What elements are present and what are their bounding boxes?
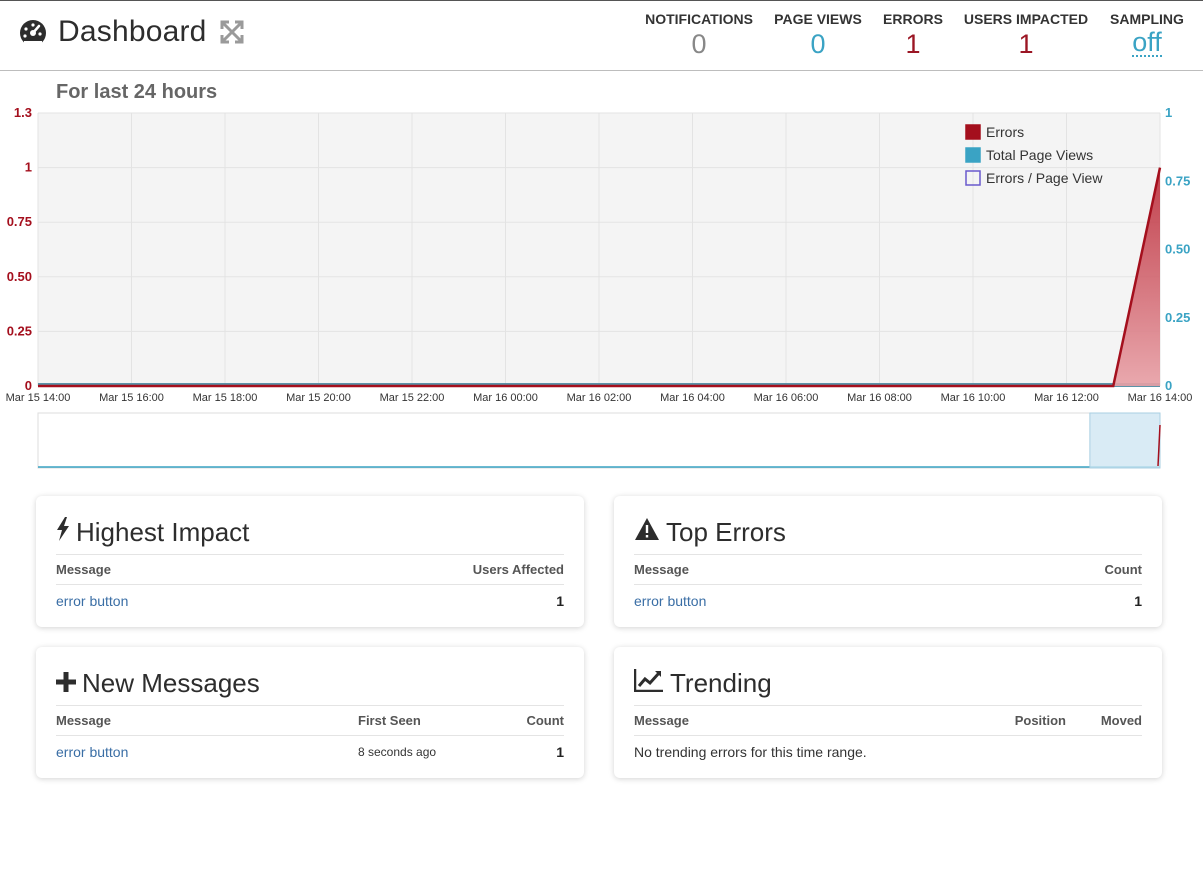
errors-chart: Mar 15 14:00 Mar 15 16:00 Mar 15 18:00 Mar … (0, 100, 1203, 480)
legend-label: Total Page Views (986, 147, 1093, 163)
empty-state-text: No trending errors for this time range. (634, 743, 867, 760)
y-right-tick-label: 0.75 (1165, 173, 1190, 188)
x-tick-label: Mar 15 16:00 (99, 392, 164, 404)
card-trending: Trending Message Position Moved No trend… (614, 647, 1162, 778)
legend-label: Errors (986, 124, 1024, 140)
x-tick-label: Mar 15 14:00 (6, 392, 71, 404)
column-header-first-seen: First Seen (358, 713, 421, 728)
column-header-message: Message (634, 562, 689, 577)
card-highest-impact: Highest Impact Message Users Affected er… (36, 496, 584, 627)
card-top-errors: Top Errors Message Count error button 1 (614, 496, 1162, 627)
y-left-tick-label: 1 (25, 160, 32, 175)
legend-label: Errors / Page View (986, 170, 1103, 186)
column-header-message: Message (56, 562, 111, 577)
highest-impact-table: Message Users Affected error button 1 (56, 554, 564, 616)
x-tick-label: Mar 15 22:00 (380, 392, 445, 404)
y-left-tick-label: 0 (25, 378, 32, 393)
y-left-tick-label: 0.25 (7, 323, 32, 338)
card-trending-heading: Trending (633, 665, 1142, 701)
x-tick-label: Mar 15 18:00 (193, 392, 258, 404)
card-title: Highest Impact (76, 516, 250, 547)
navigator-background (37, 412, 1161, 469)
bolt-icon (56, 516, 70, 548)
dashboard-gauge-icon (18, 17, 48, 47)
table-header: Message Count (634, 554, 1142, 584)
column-header-count: Count (526, 713, 564, 728)
navigator-selection (1089, 412, 1161, 469)
stat-page-views[interactable]: PAGE VIEWS 0 (770, 11, 866, 59)
error-message-link[interactable]: error button (634, 593, 706, 609)
legend-swatch (965, 147, 981, 163)
top-errors-table: Message Count error button 1 (634, 554, 1142, 616)
x-tick-label: Mar 16 08:00 (847, 392, 912, 404)
table-row: error button 8 seconds ago 1 (56, 735, 564, 767)
y-right-tick-label: 0.50 (1165, 242, 1190, 257)
sampling-toggle-link[interactable]: off (1132, 29, 1162, 57)
stat-users-impacted-label: USERS IMPACTED (963, 11, 1089, 27)
new-messages-table: Message First Seen Count error button 8 … (56, 705, 564, 767)
y-left-tick-label: 1.3 (14, 105, 32, 120)
users-affected-value: 1 (556, 592, 564, 609)
first-seen-value: 8 seconds ago (358, 744, 437, 759)
trending-chart-icon (633, 668, 664, 699)
x-tick-label: Mar 16 14:00 (1128, 392, 1193, 404)
table-row: error button 1 (56, 584, 564, 616)
warning-triangle-icon (634, 517, 660, 548)
plus-icon (56, 668, 76, 699)
table-header: Message Users Affected (56, 554, 564, 584)
stat-notifications-label: NOTIFICATIONS (645, 11, 753, 27)
column-header-position: Position (1014, 713, 1066, 728)
x-tick-label: Mar 15 20:00 (286, 392, 351, 404)
table-header: Message First Seen Count (56, 705, 564, 735)
table-row: No trending errors for this time range. (634, 735, 1142, 767)
stat-sampling-label: SAMPLING (1110, 11, 1184, 27)
stat-page-views-label: PAGE VIEWS (774, 11, 862, 27)
chart-svg: Mar 15 14:00 Mar 15 16:00 Mar 15 18:00 Mar … (6, 105, 1193, 469)
y-left-tick-label: 0.75 (7, 214, 32, 229)
x-tick-label: Mar 16 10:00 (941, 392, 1006, 404)
y-left-tick-label: 0.50 (7, 269, 32, 284)
column-header-message: Message (56, 713, 111, 728)
stat-errors-label: ERRORS (883, 11, 943, 27)
table-header: Message Position Moved (634, 705, 1142, 735)
x-tick-label: Mar 16 00:00 (473, 392, 538, 404)
card-top-errors-heading: Top Errors (634, 514, 1142, 550)
legend-swatch (965, 124, 981, 140)
x-tick-label: Mar 16 04:00 (660, 392, 725, 404)
y-right-tick-label: 0.25 (1165, 310, 1190, 325)
y-right-tick-label: 1 (1165, 105, 1172, 120)
column-header-users-affected: Users Affected (472, 562, 564, 577)
error-message-link[interactable]: error button (56, 744, 128, 760)
top-bar: Dashboard NOTIFICATIONS 0 PAGE VIEWS 0 E… (0, 0, 1203, 71)
page-title: Dashboard (58, 15, 207, 48)
card-title: Top Errors (666, 516, 786, 547)
table-row: error button 1 (634, 584, 1142, 616)
card-new-messages-heading: New Messages (56, 665, 564, 701)
stat-sampling: SAMPLING off (1104, 11, 1190, 57)
trending-table: Message Position Moved No trending error… (634, 705, 1142, 767)
column-header-message: Message (634, 713, 689, 728)
count-value: 1 (1134, 592, 1142, 609)
card-new-messages: New Messages Message First Seen Count er… (36, 647, 584, 778)
x-tick-label: Mar 16 12:00 (1034, 392, 1099, 404)
card-highest-impact-heading: Highest Impact (56, 514, 564, 550)
x-tick-label: Mar 16 06:00 (754, 392, 819, 404)
brand: Dashboard (18, 15, 245, 49)
stat-users-impacted[interactable]: USERS IMPACTED 1 (962, 11, 1090, 59)
count-value: 1 (556, 743, 564, 760)
stat-users-impacted-value: 1 (1018, 29, 1034, 59)
x-tick-label: Mar 16 02:00 (567, 392, 632, 404)
y-right-tick-label: 0 (1165, 378, 1172, 393)
fullscreen-expand-icon[interactable] (219, 19, 245, 45)
stat-notifications-value: 0 (691, 29, 707, 59)
column-header-count: Count (1104, 562, 1142, 577)
card-title: Trending (670, 667, 772, 698)
stat-errors[interactable]: ERRORS 1 (880, 11, 946, 59)
card-title: New Messages (82, 667, 260, 698)
stat-errors-value: 1 (905, 29, 921, 59)
stat-page-views-value: 0 (810, 29, 826, 59)
column-header-moved: Moved (1100, 713, 1142, 728)
stat-notifications[interactable]: NOTIFICATIONS 0 (642, 11, 756, 59)
error-message-link[interactable]: error button (56, 593, 128, 609)
